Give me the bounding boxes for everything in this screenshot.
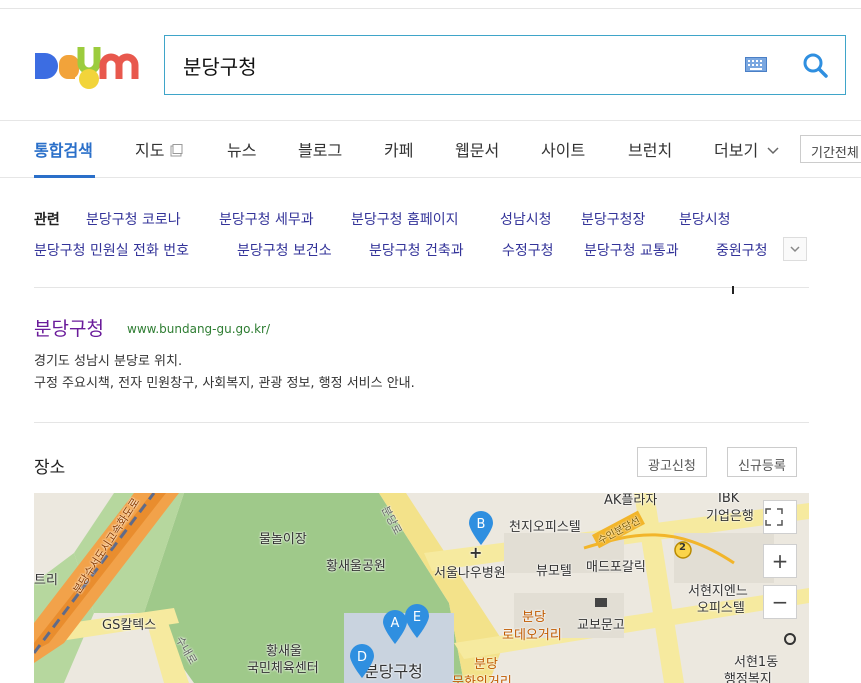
bookstore-icon	[595, 598, 607, 607]
related-link[interactable]: 성남시청	[500, 209, 552, 229]
place-section-title: 장소	[34, 458, 66, 478]
new-window-icon	[170, 144, 183, 157]
site-description: 구정 주요시책, 전자 민원창구, 사회복지, 관광 정보, 행정 서비스 안내…	[34, 376, 415, 391]
active-tab-indicator	[34, 175, 95, 178]
map-label[interactable]: 기업은행	[706, 505, 754, 524]
marker-letter: B	[477, 517, 486, 532]
search-icon[interactable]	[801, 51, 831, 81]
tab-brunch[interactable]: 브런치	[628, 137, 672, 161]
related-link[interactable]: 분당구청 홈페이지	[351, 209, 459, 229]
site-description: 경기도 성남시 분당로 위치.	[34, 354, 183, 369]
map-label[interactable]: 국민체육센터	[247, 657, 319, 676]
zoom-out-button[interactable]: −	[763, 585, 797, 619]
site-url-link[interactable]: www.bundang-gu.go.kr/	[127, 322, 270, 336]
map-label[interactable]: 문화의거리	[452, 671, 512, 683]
map-view[interactable]: 물놀이장 황새울공원 서울나우병원 천지오피스텔 뷰모텔 매드포갈릭 GS칼텍스…	[34, 493, 809, 683]
map-label[interactable]: 매드포갈릭	[586, 556, 646, 575]
zoom-in-button[interactable]: +	[763, 544, 797, 578]
search-input[interactable]	[183, 48, 723, 82]
map-label[interactable]: AK플라자	[604, 493, 657, 508]
daum-logo[interactable]	[33, 45, 141, 91]
map-label[interactable]: 서울나우병원	[434, 562, 506, 581]
divider	[34, 287, 809, 288]
map-label[interactable]: 로데오거리	[502, 624, 562, 643]
tab-site[interactable]: 사이트	[541, 137, 585, 161]
map-label[interactable]: 분당	[522, 606, 546, 625]
tab-map[interactable]: 지도	[135, 137, 183, 161]
related-link[interactable]: 분당구청 민원실 전화 번호	[34, 240, 189, 260]
cursor-mark	[732, 286, 734, 294]
related-link[interactable]: 분당구청 보건소	[237, 240, 332, 260]
map-label[interactable]: 트리	[34, 569, 58, 588]
related-link[interactable]: 분당구청 코로나	[86, 209, 181, 229]
marker-letter: E	[413, 610, 421, 625]
subway-exit-label: 2	[679, 542, 686, 553]
related-link[interactable]: 중원구청	[716, 240, 776, 260]
chevron-down-icon	[790, 246, 800, 253]
related-link[interactable]: 분당구청 세무과	[219, 209, 314, 229]
map-label[interactable]: GS칼텍스	[102, 614, 156, 633]
tab-blog[interactable]: 블로그	[298, 137, 342, 161]
fullscreen-button[interactable]	[763, 500, 797, 534]
tab-more[interactable]: 더보기	[714, 137, 779, 161]
marker-letter: D	[357, 650, 367, 665]
expand-icon	[765, 508, 783, 526]
office-icon	[784, 633, 796, 645]
tab-more-label: 더보기	[714, 141, 759, 160]
divider	[34, 422, 809, 423]
site-title-link[interactable]: 분당구청	[34, 314, 104, 341]
map-label[interactable]: 분당	[474, 653, 498, 672]
map-label[interactable]: 뷰모텔	[536, 560, 572, 579]
period-select[interactable]: 기간전체	[800, 135, 861, 163]
ad-request-button[interactable]: 광고신청	[637, 447, 707, 477]
map-label[interactable]: 교보문고	[577, 614, 625, 633]
related-link[interactable]: 분당구청 교통과	[584, 240, 679, 260]
tab-news[interactable]: 뉴스	[227, 137, 256, 161]
tab-integrated[interactable]: 통합검색	[34, 137, 93, 161]
chevron-down-icon	[767, 147, 779, 155]
marker-letter: A	[391, 616, 400, 631]
search-box	[164, 35, 846, 95]
related-link[interactable]: 분당구청장	[581, 209, 645, 229]
tab-map-label: 지도	[135, 141, 165, 160]
map-label[interactable]: 물놀이장	[259, 528, 307, 547]
top-divider	[0, 8, 861, 9]
tab-cafe[interactable]: 카페	[384, 137, 413, 161]
related-label: 관련	[34, 212, 60, 228]
map-label[interactable]: 행정복지	[724, 668, 772, 683]
related-link[interactable]: 수정구청	[502, 240, 554, 260]
map-label[interactable]: 천지오피스텔	[509, 516, 581, 535]
search-tabs: 통합검색 지도 뉴스 블로그 카페 웹문서 사이트 브런치 더보기 기간전체	[0, 120, 861, 178]
keyboard-icon[interactable]	[745, 57, 767, 76]
related-expand-button[interactable]	[783, 237, 807, 261]
related-link[interactable]: 분당구청 건축과	[369, 240, 464, 260]
new-register-button[interactable]: 신규등록	[727, 447, 797, 477]
related-link[interactable]: 분당시청	[679, 209, 731, 229]
map-label[interactable]: 오피스텔	[697, 597, 745, 616]
tab-web[interactable]: 웹문서	[455, 137, 499, 161]
map-label[interactable]: 황새울공원	[326, 555, 386, 574]
